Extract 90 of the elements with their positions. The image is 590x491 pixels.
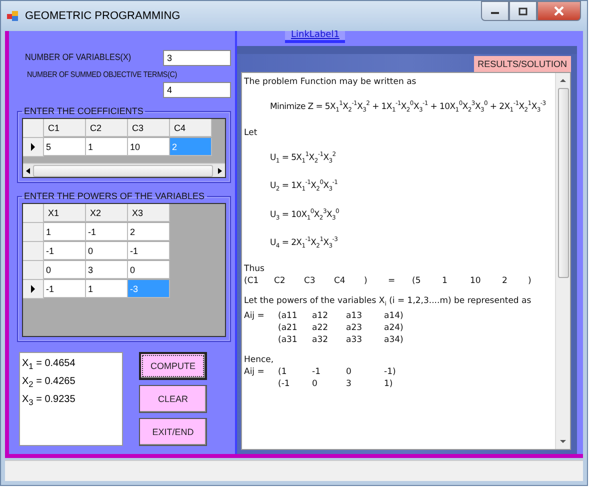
text-cell-text: C3 xyxy=(304,274,316,287)
column-header: C4 xyxy=(170,119,212,137)
text-line: Let xyxy=(244,126,258,139)
matrix-entry: a32 xyxy=(312,334,330,346)
grid-cell[interactable]: 10 xyxy=(128,138,170,156)
matrix-entry: a34) xyxy=(384,334,404,346)
text-cell-text: ) xyxy=(364,274,368,287)
matrix-entry: a22 xyxy=(312,322,330,334)
matrix-entry: (a11 xyxy=(278,310,298,322)
row-header[interactable] xyxy=(23,280,44,299)
action-button[interactable]: EXIT/END xyxy=(139,418,207,446)
link-label[interactable]: LinkLabel1 xyxy=(285,31,346,43)
grid-cell[interactable]: -1 xyxy=(44,242,86,260)
maximize-icon xyxy=(518,6,528,16)
vertical-scrollbar[interactable] xyxy=(555,73,570,449)
column-header: X1 xyxy=(44,204,86,222)
grid-cell[interactable]: 0 xyxy=(44,261,86,279)
horizontal-scrollbar[interactable] xyxy=(23,163,225,177)
minimize-button[interactable] xyxy=(481,1,509,21)
grid-cell[interactable]: 1 xyxy=(86,280,128,298)
action-button[interactable]: CLEAR xyxy=(139,385,207,413)
text-cell-text: 10 xyxy=(470,274,482,287)
grid-corner xyxy=(23,204,44,223)
text-line: Let the powers of the variables X$_{i}$ (i = 1,2,3....m) be represented as xyxy=(244,294,532,310)
grid-cell[interactable]: 3 xyxy=(86,261,128,279)
action-button[interactable]: COMPUTE xyxy=(139,352,207,380)
matrix-label: Aij = xyxy=(244,311,264,322)
input-field[interactable]: 3 xyxy=(163,50,231,66)
matrix-entry: (-1 xyxy=(278,378,291,390)
maximize-button[interactable] xyxy=(509,1,537,21)
input-field[interactable]: 4 xyxy=(163,82,231,98)
row-pointer-icon xyxy=(31,285,35,293)
matrix-entry: (a21 xyxy=(278,322,298,334)
text-line: Thus xyxy=(244,262,266,275)
matrix-entry: 0 xyxy=(346,366,352,378)
column-header: C1 xyxy=(44,119,86,137)
row-pointer-icon xyxy=(31,143,35,151)
text-cell-text: 2 xyxy=(502,274,508,287)
text-cell-text: 1 xyxy=(442,274,448,287)
matrix-label: Aij = xyxy=(244,367,264,378)
grid-cell[interactable]: 1 xyxy=(86,138,128,156)
text-cell-text: ) xyxy=(528,274,532,287)
field-label: NUMBER OF SUMMED OBJECTIVE TERMS(C) xyxy=(27,70,177,79)
matrix-entry: a14) xyxy=(384,310,404,322)
solution-line: X$_{1}$ = 0.4654 xyxy=(22,357,76,373)
close-button[interactable] xyxy=(537,1,581,21)
matrix-entry: a24) xyxy=(384,322,404,334)
text-line: The problem Function may be written as xyxy=(244,76,418,88)
matrix-entry: (a31 xyxy=(278,334,298,346)
matrix-entry: -1) xyxy=(384,366,397,378)
matrix-entry: 3 xyxy=(346,378,352,390)
group-title: ENTER THE COEFFICIENTS xyxy=(23,106,144,116)
grid-cell[interactable]: -1 xyxy=(86,223,128,241)
grid-cell[interactable]: -1 xyxy=(128,242,170,260)
text-cell-text: C2 xyxy=(274,274,286,287)
matrix-entry: 0 xyxy=(312,378,318,390)
column-header: X2 xyxy=(86,204,128,222)
down-arrow-icon[interactable] xyxy=(559,438,567,446)
matrix-entry: -1 xyxy=(312,366,322,378)
column-header: X3 xyxy=(128,204,170,222)
matrix-entry: a13 xyxy=(346,310,364,322)
column-header: C3 xyxy=(128,119,170,137)
row-header[interactable] xyxy=(23,138,44,157)
text-line: Hence, xyxy=(244,354,275,366)
close-icon xyxy=(553,6,565,16)
text-cell-text: (5 xyxy=(412,274,422,287)
grid-cell[interactable]: 2 xyxy=(128,223,170,241)
grid-cell[interactable]: 0 xyxy=(128,261,170,279)
matrix-entry: 1) xyxy=(384,378,394,390)
text-cell-text: C4 xyxy=(334,274,346,287)
field-label: NUMBER OF VARIABLES(X) xyxy=(25,52,132,62)
grid-cell[interactable]: 1 xyxy=(44,223,86,241)
matrix-entry: a23 xyxy=(346,322,364,334)
up-arrow-icon[interactable] xyxy=(559,76,567,84)
matrix-entry: a12 xyxy=(312,310,330,322)
solution-line: X$_{2}$ = 0.4265 xyxy=(22,375,76,391)
solution-line: X$_{3}$ = 0.9235 xyxy=(22,393,76,409)
window-title: GEOMETRIC PROGRAMMING xyxy=(25,10,180,22)
matrix-entry: (1 xyxy=(278,366,288,378)
text-cell-text: (C1 xyxy=(244,274,260,287)
grid-corner xyxy=(23,119,44,138)
grid-cell[interactable]: -1 xyxy=(44,280,86,298)
column-header: C2 xyxy=(86,119,128,137)
grid-cell[interactable]: 0 xyxy=(86,242,128,260)
grid-cell[interactable]: 5 xyxy=(44,138,86,156)
matrix-entry: a33 xyxy=(346,334,364,346)
text-cell-text: = xyxy=(388,274,396,287)
app-icon xyxy=(7,10,19,22)
group-title: ENTER THE POWERS OF THE VARIABLES xyxy=(23,191,206,201)
results-title: RESULTS/SOLUTION xyxy=(474,56,571,72)
